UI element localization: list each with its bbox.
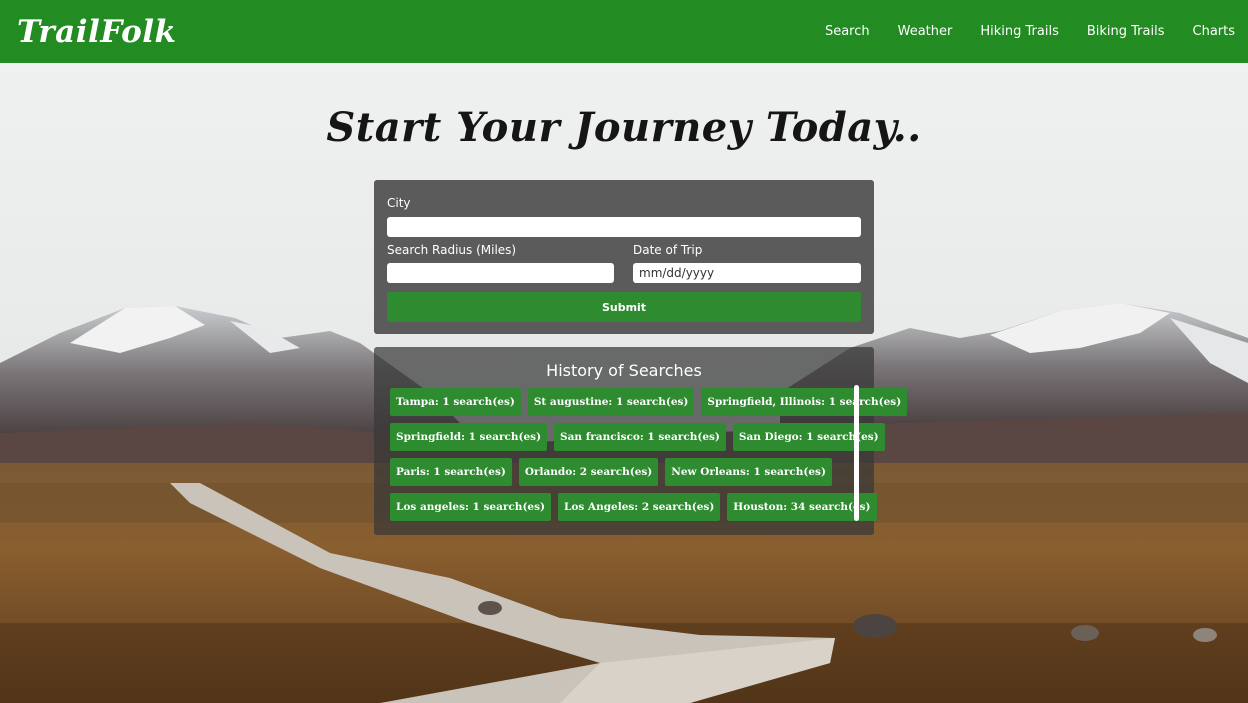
history-chip[interactable]: Paris: 1 search(es) [390, 458, 512, 486]
nav-link-biking-trails[interactable]: Biking Trails [1087, 24, 1165, 39]
nav-link-weather[interactable]: Weather [898, 24, 953, 39]
history-scrollbar[interactable] [854, 385, 859, 521]
search-radius-input[interactable] [387, 263, 614, 283]
history-chip[interactable]: Springfield: 1 search(es) [390, 423, 548, 451]
history-chip[interactable]: Los Angeles: 2 search(es) [557, 493, 721, 521]
history-row: Springfield: 1 search(es) San francisco:… [390, 423, 885, 451]
search-history-panel: History of Searches Tampa: 1 search(es) … [374, 347, 908, 535]
nav-links: Search Weather Hiking Trails Biking Trai… [825, 0, 1248, 63]
history-chip[interactable]: San Diego: 1 search(es) [732, 423, 885, 451]
search-radius-label: Search Radius (Miles) [387, 243, 517, 257]
nav-link-charts[interactable]: Charts [1193, 24, 1236, 39]
history-row: Los angeles: 1 search(es) Los Angeles: 2… [390, 493, 877, 521]
history-chip[interactable]: Springfield, Illinois: 1 search(es) [701, 388, 908, 416]
search-form: City Search Radius (Miles) Date of Trip … [374, 180, 874, 334]
page-headline: Start Your Journey Today.. [326, 104, 922, 151]
history-chip-list: Tampa: 1 search(es) St augustine: 1 sear… [390, 388, 908, 528]
history-chip[interactable]: Tampa: 1 search(es) [390, 388, 521, 416]
history-chip[interactable]: San francisco: 1 search(es) [554, 423, 726, 451]
history-chip[interactable]: St augustine: 1 search(es) [527, 388, 695, 416]
history-chip[interactable]: Los angeles: 1 search(es) [390, 493, 551, 521]
brand-logo[interactable]: TrailFolk [17, 14, 177, 50]
top-navbar: TrailFolk Search Weather Hiking Trails B… [0, 0, 1248, 63]
history-row: Paris: 1 search(es) Orlando: 2 search(es… [390, 458, 858, 486]
history-row: Tampa: 1 search(es) St augustine: 1 sear… [390, 388, 908, 416]
nav-link-hiking-trails[interactable]: Hiking Trails [980, 24, 1059, 39]
submit-button[interactable]: Submit [387, 292, 861, 322]
city-label: City [387, 196, 411, 210]
history-chip[interactable]: Orlando: 2 search(es) [518, 458, 659, 486]
city-input[interactable] [387, 217, 861, 237]
nav-link-search[interactable]: Search [825, 24, 870, 39]
date-of-trip-input[interactable] [633, 263, 861, 283]
date-of-trip-label: Date of Trip [633, 243, 703, 257]
history-title: History of Searches [546, 361, 702, 380]
history-chip[interactable]: New Orleans: 1 search(es) [665, 458, 832, 486]
